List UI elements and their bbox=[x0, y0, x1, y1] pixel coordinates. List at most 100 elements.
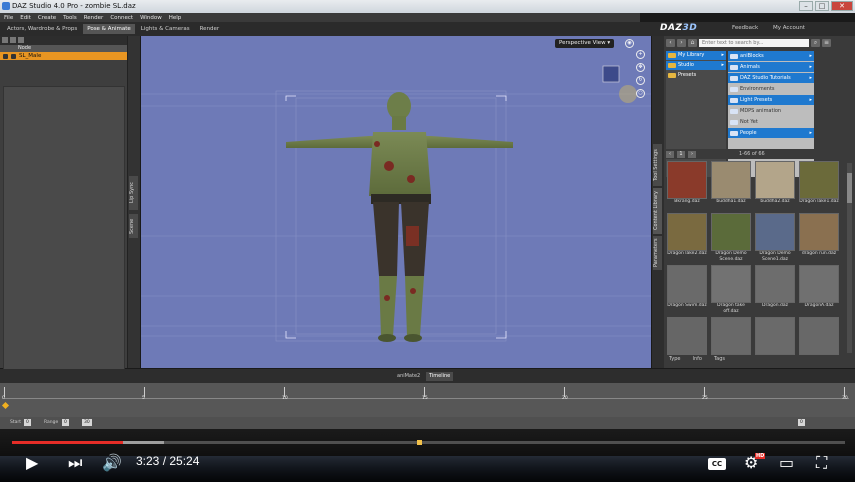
tab-render[interactable]: Render bbox=[196, 24, 224, 34]
prev-page-icon[interactable]: ‹ bbox=[666, 150, 674, 158]
rotate-icon[interactable]: ↻ bbox=[636, 76, 645, 85]
home-icon[interactable]: ⌂ bbox=[688, 39, 697, 47]
folder-people[interactable]: People ▸ bbox=[728, 128, 814, 138]
content-thumbnail[interactable]: Dragon lake2.daz bbox=[666, 213, 708, 262]
back-icon[interactable]: ‹ bbox=[666, 39, 675, 47]
tab-type[interactable]: Type bbox=[666, 356, 683, 362]
thumbnail-image bbox=[799, 161, 839, 199]
next-icon[interactable]: ⏭ bbox=[68, 453, 82, 473]
scene-node-row[interactable]: SL_Male bbox=[0, 52, 127, 60]
menu-help[interactable]: Help bbox=[169, 15, 182, 21]
tab-animate2[interactable]: aniMate2 bbox=[394, 372, 423, 381]
folder-mdps-animation[interactable]: MDPS animation bbox=[728, 106, 814, 116]
eye-icon[interactable] bbox=[2, 37, 8, 43]
tab-parameters[interactable]: Parameters bbox=[653, 236, 662, 270]
content-thumbnail[interactable]: Bkrang.daz bbox=[666, 161, 708, 210]
main-tab-bar: Actors, Wardrobe & Props Pose & Animate … bbox=[0, 22, 855, 36]
tab-lights-cameras[interactable]: Lights & Cameras bbox=[137, 24, 194, 34]
zoom-icon[interactable]: + bbox=[636, 50, 645, 59]
feedback-link[interactable]: Feedback bbox=[732, 25, 758, 31]
folder-animals[interactable]: Animals ▸ bbox=[728, 62, 814, 72]
folder-light-presets[interactable]: Light Presets ▸ bbox=[728, 95, 814, 105]
lock-icon[interactable] bbox=[10, 37, 16, 43]
content-thumbnail[interactable]: buddha2.daz bbox=[754, 161, 796, 210]
library-item-my-library[interactable]: My Library ▸ bbox=[666, 51, 726, 60]
tab-actors[interactable]: Actors, Wardrobe & Props bbox=[3, 24, 81, 34]
theater-mode-icon[interactable]: ▭ bbox=[779, 453, 794, 473]
close-button[interactable]: ✕ bbox=[831, 1, 853, 11]
tab-pose-animate[interactable]: Pose & Animate bbox=[83, 24, 135, 34]
tab-lip-sync[interactable]: Lip Sync bbox=[129, 176, 138, 210]
zombie-figure bbox=[286, 92, 513, 342]
search-input[interactable] bbox=[699, 39, 809, 47]
menu-file[interactable]: File bbox=[4, 15, 13, 21]
3d-viewport[interactable]: Perspective View ▾ ◉ + ✥ ↻ ○ bbox=[141, 36, 651, 368]
menu-window[interactable]: Window bbox=[140, 15, 162, 21]
maximize-button[interactable]: □ bbox=[815, 1, 829, 11]
visibility-icon[interactable] bbox=[3, 53, 8, 59]
window-titlebar: DAZ Studio 4.0 Pro - zombie SL.daz – □ ✕ bbox=[0, 0, 855, 13]
menu-render[interactable]: Render bbox=[84, 15, 104, 21]
fullscreen-icon[interactable]: ⛶ bbox=[816, 453, 827, 473]
orbit-icon[interactable]: ○ bbox=[636, 89, 645, 98]
forward-icon[interactable]: › bbox=[677, 39, 686, 47]
content-thumbnail[interactable]: Dragon Swim.daz bbox=[666, 265, 708, 314]
tab-tags[interactable]: Tags bbox=[711, 356, 728, 362]
thumbnail-image bbox=[755, 161, 795, 199]
thumbnail-image bbox=[667, 161, 707, 199]
content-thumbnail[interactable]: dragon run.daz bbox=[798, 213, 840, 262]
my-account-link[interactable]: My Account bbox=[773, 25, 805, 31]
content-thumbnail[interactable]: DragonA.daz bbox=[798, 265, 840, 314]
folder-tutorials[interactable]: DAZ Studio Tutorials ▸ bbox=[728, 73, 814, 83]
timeline-ruler[interactable]: 0 5 10 15 20 25 30 bbox=[2, 387, 849, 401]
menu-tools[interactable]: Tools bbox=[63, 15, 77, 21]
thumbnail-image bbox=[711, 213, 751, 251]
search-icon[interactable]: ⌕ bbox=[811, 39, 820, 47]
volume-icon[interactable]: 🔊 bbox=[102, 453, 122, 473]
next-page-icon[interactable]: › bbox=[688, 150, 696, 158]
current-frame-field[interactable]: 0 bbox=[798, 419, 805, 426]
content-thumbnail[interactable]: Dragon Demo Scene1.daz bbox=[754, 213, 796, 262]
play-icon[interactable]: ▶ bbox=[26, 453, 38, 473]
library-item-presets[interactable]: Presets bbox=[666, 71, 726, 80]
ruler-tick-label: 25 bbox=[702, 396, 708, 401]
tab-scene[interactable]: Scene bbox=[129, 214, 138, 238]
ruler-tick-label: 0 bbox=[2, 396, 5, 401]
thumbnail-scrollbar[interactable] bbox=[847, 163, 852, 353]
perspective-view-dropdown[interactable]: Perspective View ▾ bbox=[555, 39, 615, 48]
filter-icon[interactable] bbox=[18, 37, 24, 43]
page-number[interactable]: 1 bbox=[677, 150, 685, 158]
range-end-field[interactable]: 30 bbox=[82, 419, 92, 426]
menu-create[interactable]: Create bbox=[38, 15, 56, 21]
folder-environments[interactable]: Environments bbox=[728, 84, 814, 94]
range-start-field[interactable]: 0 bbox=[62, 419, 69, 426]
viewport-scene bbox=[141, 65, 651, 342]
content-thumbnail[interactable]: Dragon.daz bbox=[754, 265, 796, 314]
start-field[interactable]: 0 bbox=[24, 419, 31, 426]
content-thumbnail[interactable]: Dragon lake1.daz bbox=[798, 161, 840, 210]
content-thumbnail[interactable]: Dragon take off.daz bbox=[710, 265, 752, 314]
folder-icon bbox=[668, 63, 676, 68]
video-progress-bar[interactable] bbox=[12, 440, 845, 445]
folder-not-yet[interactable]: Not Yet bbox=[728, 117, 814, 127]
content-thumbnail[interactable]: buddha1.daz bbox=[710, 161, 752, 210]
camera-icon[interactable]: ◉ bbox=[625, 39, 634, 48]
menu-connect[interactable]: Connect bbox=[110, 15, 133, 21]
tab-tool-settings[interactable]: Tool Settings bbox=[653, 144, 662, 186]
minimize-button[interactable]: – bbox=[799, 1, 813, 11]
folder-icon bbox=[730, 54, 738, 59]
keyframe-marker[interactable] bbox=[1, 401, 10, 410]
pan-icon[interactable]: ✥ bbox=[636, 63, 645, 72]
tab-info[interactable]: Info bbox=[689, 356, 704, 362]
menu-icon[interactable]: ≡ bbox=[822, 39, 831, 47]
captions-button[interactable]: CC bbox=[708, 458, 726, 470]
tab-content-library[interactable]: Content Library bbox=[653, 188, 662, 234]
content-thumbnail[interactable]: Dragon Demo Scene.daz bbox=[710, 213, 752, 262]
tab-timeline[interactable]: Timeline bbox=[426, 372, 454, 381]
chevron-right-icon: ▸ bbox=[721, 52, 724, 58]
start-label: Start bbox=[10, 420, 21, 425]
library-item-studio[interactable]: Studio ▸ bbox=[666, 61, 726, 70]
folder-aniblocks[interactable]: aniBlocks ▸ bbox=[728, 51, 814, 61]
menu-edit[interactable]: Edit bbox=[20, 15, 31, 21]
thumbnail-image bbox=[667, 317, 707, 355]
